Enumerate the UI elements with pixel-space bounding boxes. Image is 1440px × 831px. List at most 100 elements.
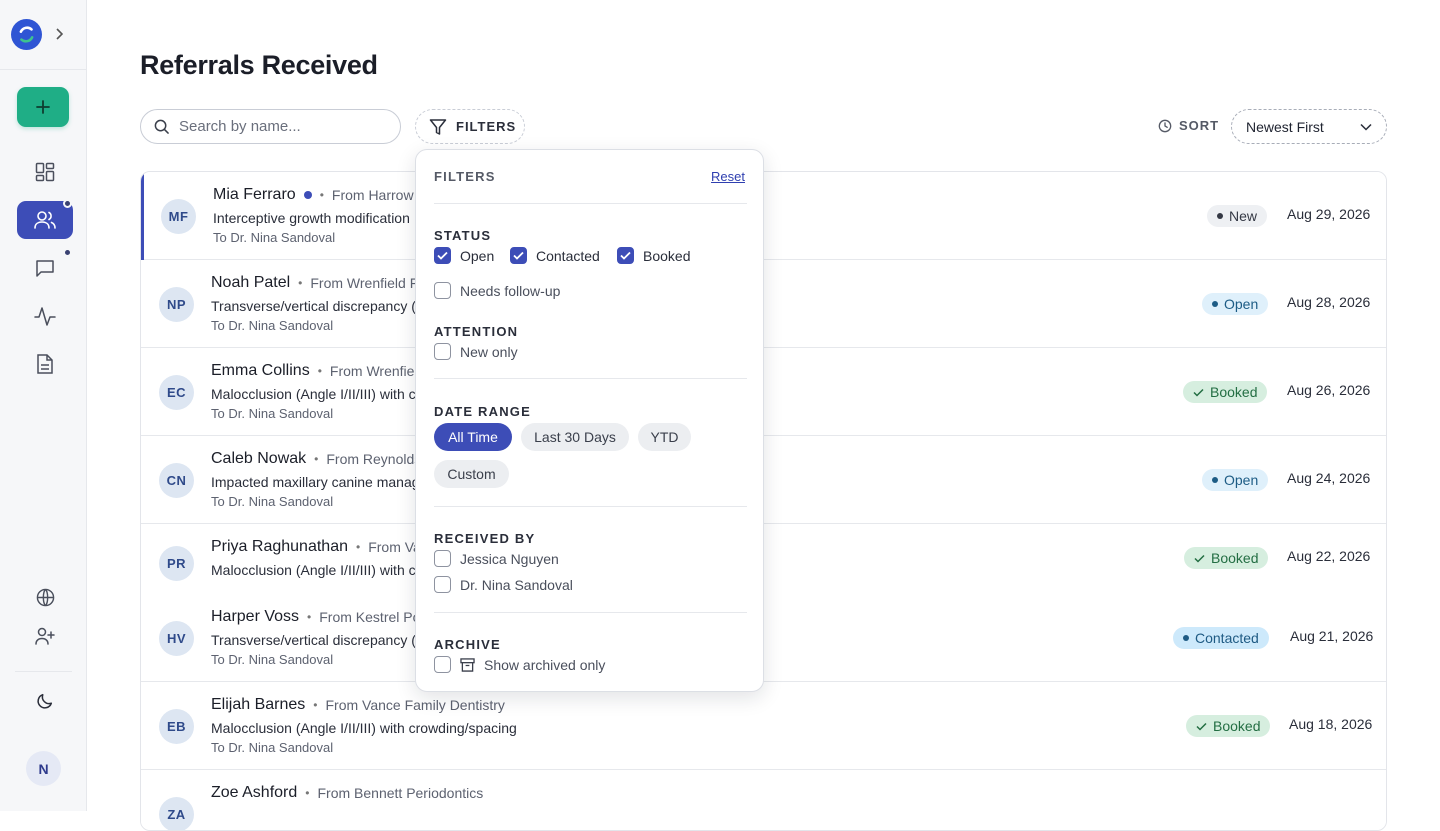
referral-recipient: To Dr. Nina Sandoval [211,318,334,333]
date-chip-last-30-days[interactable]: Last 30 Days [521,423,629,451]
referral-source: From Wrenfield F [310,275,419,291]
separator: • [314,452,319,466]
referral-row[interactable]: CN Caleb Nowak • From Reynolds Impacted … [141,436,1386,524]
document-icon [37,354,53,374]
divider [434,203,747,204]
sidebar-item-invite[interactable] [17,617,73,655]
checkbox[interactable] [510,247,527,264]
sidebar-divider [15,671,72,672]
status-text: New [1229,208,1258,224]
chevron-down-icon [1360,123,1372,131]
sort-label-text: SORT [1179,118,1220,133]
new-only-checkbox[interactable]: New only [434,343,518,360]
status-needs-followup-checkbox[interactable]: Needs follow-up [434,282,560,299]
referral-recipient: To Dr. Nina Sandoval [211,406,334,421]
referral-date: Aug 28, 2026 [1287,294,1371,310]
referral-source: From Reynolds [326,451,422,467]
theme-toggle[interactable] [17,682,73,720]
status-badge: Contacted [1173,627,1269,649]
sidebar-item-documents[interactable] [17,345,73,383]
avatar: HV [159,621,194,656]
date-chip-ytd[interactable]: YTD [638,423,691,451]
checkbox[interactable] [434,282,451,299]
status-open-checkbox[interactable]: Open [434,247,494,264]
checkbox[interactable] [434,656,451,673]
referral-name-line: Priya Raghunathan • From Va [211,538,421,556]
status-badge: Open [1202,293,1269,315]
referral-row[interactable]: NP Noah Patel • From Wrenfield F Transve… [141,260,1386,348]
users-icon [34,211,56,229]
status-text: Open [1224,296,1259,312]
checkbox[interactable] [434,343,451,360]
separator: • [317,364,322,378]
referral-row[interactable]: EC Emma Collins • From Wrenfiel Malocclu… [141,348,1386,436]
received-by-jessica-checkbox[interactable]: Jessica Nguyen [434,550,559,567]
app-logo-icon[interactable] [11,19,42,50]
globe-icon [36,588,54,606]
sidebar-item-language[interactable] [17,578,73,616]
sidebar-item-activity[interactable] [17,297,73,335]
checkbox[interactable] [434,247,451,264]
date-chip-custom[interactable]: Custom [434,460,509,488]
unread-dot [303,191,312,199]
separator: • [313,698,318,712]
referral-source: From Va [368,539,421,555]
avatar: MF [161,199,196,234]
patient-name: Noah Patel [211,274,291,291]
referral-reason: Transverse/vertical discrepancy ( [211,298,416,314]
referral-recipient: To Dr. Nina Sandoval [211,652,334,667]
referral-source: From Harrow [331,187,414,203]
avatar: CN [159,463,194,498]
new-referral-button[interactable] [17,87,69,127]
status-contacted-checkbox[interactable]: Contacted [510,247,600,264]
archive-section-label: ARCHIVE [434,637,501,652]
referral-reason: Malocclusion (Angle I/II/III) with c [211,562,416,578]
checkbox[interactable] [434,576,451,593]
referral-reason: Malocclusion (Angle I/II/III) with crowd… [211,720,517,736]
status-booked-checkbox[interactable]: Booked [617,247,690,264]
referral-row[interactable]: HV Harper Voss • From Kestrel Po Transve… [141,594,1386,682]
sidebar-item-dashboard[interactable] [17,153,73,191]
expand-icon[interactable] [52,26,66,42]
check-icon [1194,554,1205,563]
plus-icon [36,100,50,114]
referral-row[interactable]: ZA Zoe Ashford • From Bennett Periodonti… [141,770,1386,830]
referral-date: Aug 26, 2026 [1287,382,1371,398]
status-text: Booked [1210,384,1258,400]
patient-name: Harper Voss [211,608,300,625]
checkbox-label: Jessica Nguyen [460,550,559,567]
referral-reason: Malocclusion (Angle I/II/III) with c [211,386,416,402]
show-archived-checkbox[interactable]: Show archived only [434,656,605,673]
checkbox[interactable] [617,247,634,264]
search-input[interactable] [179,118,379,135]
sort-select[interactable]: Newest First [1231,109,1387,144]
date-chip-all-time[interactable]: All Time [434,423,512,451]
referral-row[interactable]: EB Elijah Barnes • From Vance Family Den… [141,682,1386,770]
user-avatar[interactable]: N [26,751,61,786]
checkbox-label: Dr. Nina Sandoval [460,576,573,593]
filters-button[interactable]: FILTERS [415,109,525,144]
referral-source: From Wrenfiel [329,363,418,379]
sidebar-divider [0,69,87,70]
separator: • [355,540,361,554]
patient-name: Elijah Barnes [211,696,306,713]
check-icon [620,251,631,260]
status-text: Booked [1213,718,1261,734]
filter-icon [429,118,447,135]
status-badge: Booked [1183,381,1268,403]
referral-date: Aug 29, 2026 [1287,206,1371,222]
filters-dropdown: FILTERS Reset STATUS Open Contacted Book… [415,149,764,692]
referral-row[interactable]: MF Mia Ferraro • From Harrow Interceptiv… [141,172,1386,260]
referral-name-line: Elijah Barnes • From Vance Family Dentis… [211,696,505,714]
patient-name: Emma Collins [211,362,310,379]
sort-label: SORT [1158,118,1219,133]
received-by-nina-checkbox[interactable]: Dr. Nina Sandoval [434,576,573,593]
status-text: Contacted [1195,630,1259,646]
checkbox[interactable] [434,550,451,567]
referral-source: From Kestrel Po [319,609,421,625]
reset-filters-link[interactable]: Reset [711,169,745,184]
page-title: Referrals Received [140,50,378,80]
referral-name-line: Harper Voss • From Kestrel Po [211,608,420,626]
search-box[interactable] [140,109,401,144]
check-icon [437,251,448,260]
